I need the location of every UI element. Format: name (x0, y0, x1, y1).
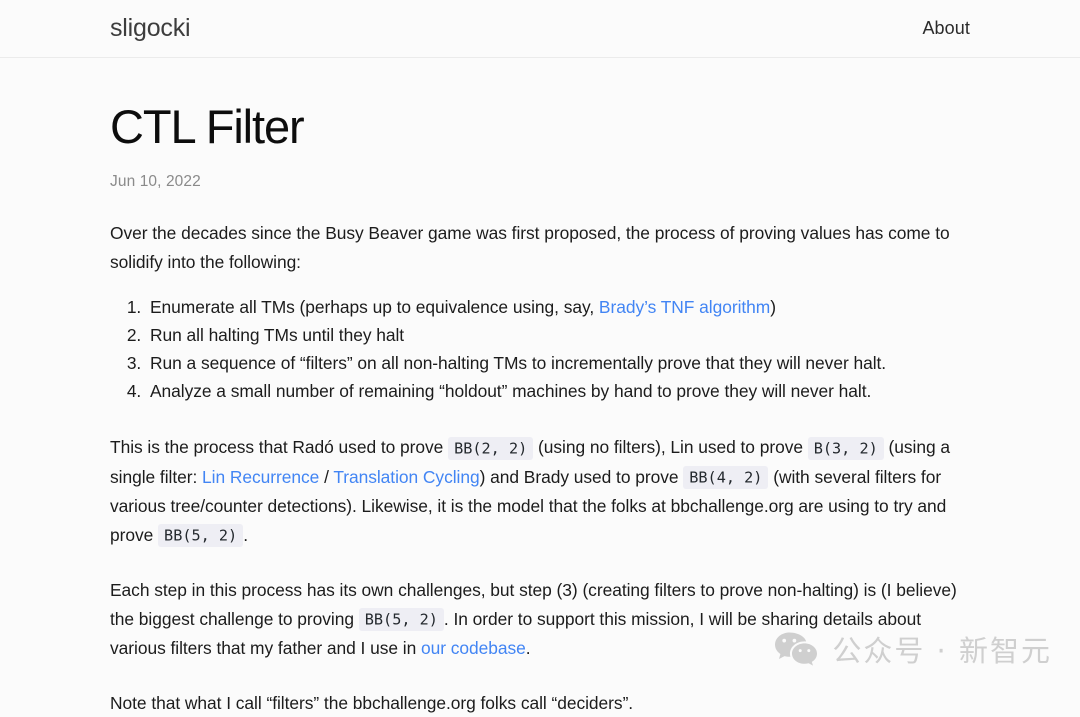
step-2-text: Run all halting TMs until they halt (150, 325, 405, 346)
step-4-text: Analyze a small number of remaining “hol… (150, 381, 872, 402)
list-item: Run a sequence of “filters” on all non-h… (146, 349, 970, 377)
post-date: Jun 10, 2022 (110, 173, 201, 191)
step-3-text: Run a sequence of “filters” on all non-h… (150, 353, 887, 374)
list-item: Enumerate all TMs (perhaps up to equival… (146, 293, 970, 321)
site-header: sligocki About (0, 0, 1080, 58)
process-steps-list: Enumerate all TMs (perhaps up to equival… (110, 293, 970, 405)
site-brand-logo[interactable]: sligocki (110, 16, 191, 41)
p2-text-4: / (319, 466, 334, 487)
p2-text-2: (using no filters), Lin used to prove (533, 437, 808, 458)
main-navigation: About (922, 18, 970, 39)
paragraph-challenge: Each step in this process has its own ch… (110, 576, 970, 663)
link-lin-recurrence[interactable]: Lin Recurrence (202, 467, 319, 487)
p2-text-1: This is the process that Radó used to pr… (110, 437, 449, 458)
code-b-3-2: B(3, 2) (807, 436, 884, 460)
p2-text-7: . (243, 524, 248, 545)
link-translation-cycling[interactable]: Translation Cycling (333, 467, 479, 487)
step-1-suffix: ) (770, 297, 776, 318)
link-brady-tnf-algorithm[interactable]: Brady’s TNF algorithm (599, 297, 770, 317)
nav-link-about[interactable]: About (922, 18, 970, 38)
step-1-text: Enumerate all TMs (perhaps up to equival… (150, 297, 599, 318)
list-item: Run all halting TMs until they halt (146, 321, 970, 349)
code-bb-5-2-first: BB(5, 2) (158, 524, 244, 548)
code-bb-2-2: BB(2, 2) (448, 436, 534, 460)
code-bb-4-2: BB(4, 2) (683, 466, 769, 490)
intro-paragraph: Over the decades since the Busy Beaver g… (110, 223, 950, 272)
link-our-codebase[interactable]: our codebase (421, 638, 526, 658)
page-title: CTL Filter (110, 100, 305, 153)
p3-text-3: . (525, 638, 531, 659)
article-container: CTL Filter Jun 10, 2022 Over the decades… (0, 100, 1080, 717)
code-bb-5-2-second: BB(5, 2) (358, 608, 444, 632)
list-item: Analyze a small number of remaining “hol… (146, 377, 970, 405)
paragraph-note: Note that what I call “filters” the bbch… (110, 692, 634, 713)
paragraph-proof-history: This is the process that Radó used to pr… (110, 433, 970, 550)
p2-text-5: ) and Brady used to prove (479, 466, 684, 487)
